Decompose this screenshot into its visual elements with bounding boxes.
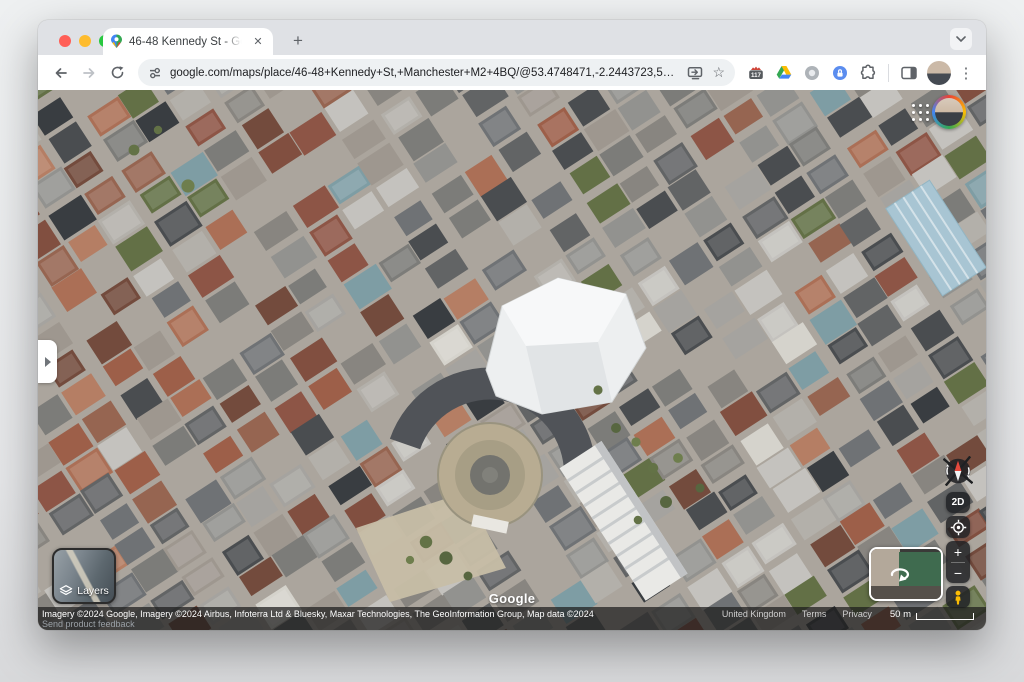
browser-window: 46-48 Kennedy St - Google Ma ✕ + (38, 20, 986, 630)
account-avatar[interactable] (932, 95, 966, 129)
compass-control[interactable] (943, 456, 973, 486)
generic-extension-icon[interactable] (801, 62, 823, 84)
scale-bar (916, 613, 974, 620)
side-panel-expander[interactable] (38, 340, 57, 383)
forward-button[interactable] (76, 60, 102, 86)
rotate-360-icon (885, 563, 915, 583)
map-canvas[interactable] (38, 90, 986, 630)
bookmark-star-icon[interactable]: ☆ (712, 64, 725, 81)
zoom-out-button[interactable]: − (946, 563, 970, 583)
send-to-device-icon[interactable] (687, 66, 704, 80)
browser-menu-button[interactable]: ⋮ (956, 64, 976, 82)
map-landmarks (38, 90, 986, 630)
imagery-attribution: Imagery ©2024 Google, Imagery ©2024 Airb… (42, 609, 594, 619)
url-text[interactable]: google.com/maps/place/46-48+Kennedy+St,+… (170, 67, 679, 79)
tab-title: 46-48 Kennedy St - Google Ma (129, 36, 244, 48)
svg-text:117: 117 (751, 72, 762, 79)
privacy-lock-extension-icon[interactable] (829, 62, 851, 84)
drive-extension-icon[interactable] (773, 62, 795, 84)
compass-icon (943, 456, 973, 486)
tab-close-icon[interactable]: ✕ (250, 34, 266, 50)
back-arrow-icon (53, 65, 69, 81)
my-location-button[interactable] (946, 516, 970, 538)
map-scale: 50 m (890, 609, 974, 620)
2d-mode-button[interactable]: 2D (946, 492, 970, 513)
maps-pin-favicon (110, 34, 123, 49)
map-viewport: 2D + − (38, 90, 986, 630)
browser-toolbar: google.com/maps/place/46-48+Kennedy+St,+… (38, 55, 986, 90)
browser-tab[interactable]: 46-48 Kennedy St - Google Ma ✕ (103, 28, 273, 55)
close-window-button[interactable] (59, 35, 71, 47)
tab-strip: 46-48 Kennedy St - Google Ma ✕ + (38, 20, 986, 55)
adblock-extension-icon[interactable]: 117 (745, 62, 767, 84)
zoom-control: + − (946, 541, 970, 583)
chevron-down-icon (956, 36, 966, 42)
google-apps-grid-icon[interactable] (912, 104, 930, 122)
scale-label: 50 m (890, 609, 911, 620)
forward-arrow-icon (81, 65, 97, 81)
address-bar[interactable]: google.com/maps/place/46-48+Kennedy+St,+… (138, 59, 735, 86)
back-button[interactable] (48, 60, 74, 86)
new-tab-button[interactable]: + (286, 29, 310, 53)
terms-link[interactable]: Terms (802, 609, 827, 619)
location-target-icon (950, 519, 967, 536)
toolbar-divider (888, 64, 889, 82)
side-panel-icon[interactable] (898, 62, 920, 84)
zoom-in-button[interactable]: + (946, 542, 970, 562)
reload-icon (110, 65, 125, 80)
map-attribution-bar: Imagery ©2024 Google, Imagery ©2024 Airb… (38, 607, 986, 630)
chevron-right-icon (45, 357, 51, 367)
site-settings-icon[interactable] (148, 66, 162, 80)
reload-button[interactable] (104, 60, 130, 86)
feedback-link[interactable]: Send product feedback (42, 619, 135, 629)
region-label[interactable]: United Kingdom (722, 609, 786, 619)
profile-avatar[interactable] (927, 61, 951, 85)
privacy-link[interactable]: Privacy (842, 609, 872, 619)
tab-search-button[interactable] (950, 28, 972, 50)
extensions-puzzle-icon[interactable] (857, 62, 879, 84)
google-watermark: Google (38, 591, 986, 606)
minimize-window-button[interactable] (79, 35, 91, 47)
